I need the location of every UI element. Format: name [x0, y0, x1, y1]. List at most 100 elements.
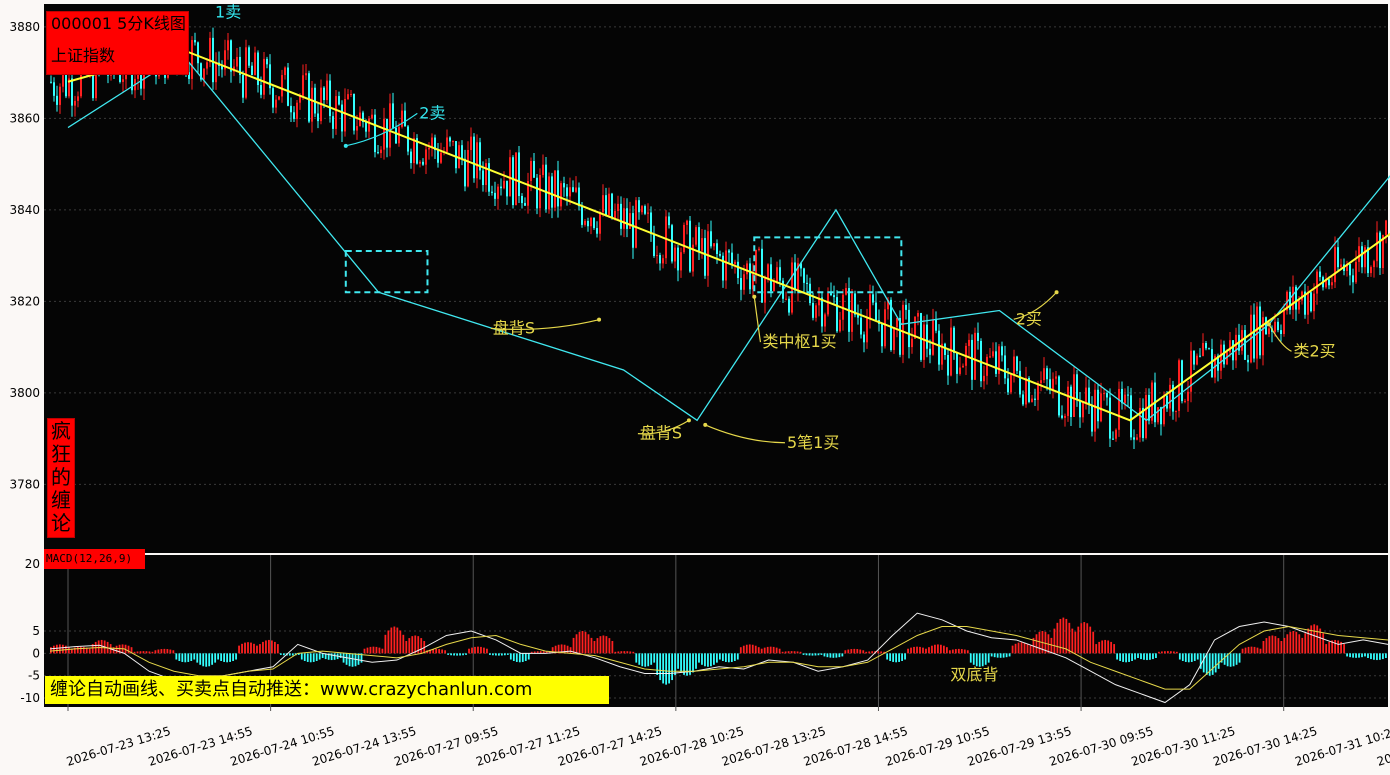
macd-histogram-bar: [1122, 653, 1124, 662]
macd-histogram-bar: [495, 653, 497, 656]
macd-histogram-bar: [506, 653, 509, 655]
candle-body: [869, 294, 871, 319]
macd-histogram-bar: [1364, 653, 1366, 657]
candle-body: [713, 243, 715, 247]
signal-pointer-head: [703, 422, 708, 427]
macd-histogram-bar: [608, 638, 611, 654]
macd-histogram-bar: [232, 653, 234, 661]
macd-histogram-bar: [701, 653, 703, 665]
candle-body: [836, 297, 838, 332]
candle-body: [419, 161, 421, 164]
candle-body: [230, 40, 232, 72]
macd-histogram-bar: [1068, 622, 1071, 654]
macd-histogram-bar: [1232, 653, 1235, 667]
candle-body: [440, 152, 442, 163]
candle-body: [725, 250, 727, 281]
candle-body: [1124, 394, 1126, 404]
macd-histogram-bar: [910, 647, 912, 654]
candle-body: [938, 330, 940, 365]
macd-histogram-bar: [799, 651, 802, 654]
macd-histogram-bar: [166, 649, 169, 654]
chart-title-index-name: 上证指数: [51, 46, 116, 65]
candle-body: [275, 99, 277, 108]
macd-histogram-bar: [330, 653, 333, 661]
macd-histogram-bar: [1149, 653, 1151, 660]
candle-body: [1298, 300, 1300, 310]
macd-histogram-bar: [241, 643, 243, 654]
candle-body: [524, 203, 526, 206]
candle-body: [1385, 220, 1387, 236]
macd-histogram-bar: [480, 646, 482, 654]
macd-histogram-bar: [790, 651, 793, 654]
candle-body: [500, 186, 502, 189]
macd-histogram-bar: [1187, 653, 1190, 663]
price-axis-tick-label: 3840: [9, 203, 40, 217]
macd-histogram-bar: [339, 653, 342, 658]
macd-histogram-bar: [1059, 618, 1062, 654]
macd-histogram-bar: [214, 653, 217, 663]
macd-histogram-bar: [1134, 653, 1136, 660]
candle-body: [1355, 261, 1357, 283]
chart-title-box: 000001 5分K线图 上证指数: [46, 11, 189, 75]
macd-histogram-bar: [659, 653, 662, 681]
candle-body: [1097, 389, 1099, 422]
candle-body: [959, 367, 961, 374]
macd-histogram-bar: [802, 653, 805, 655]
candle-body: [329, 80, 331, 117]
candle-body: [614, 211, 616, 219]
macd-histogram-bar: [1086, 623, 1089, 654]
macd-histogram-bar: [518, 653, 521, 663]
macd-histogram-bar: [52, 645, 55, 654]
candle-body: [53, 82, 55, 96]
candle-body: [605, 195, 607, 215]
candle-body: [326, 80, 328, 101]
macd-histogram-bar: [698, 653, 700, 663]
macd-histogram-bar: [721, 653, 724, 661]
macd-histogram-bar: [76, 646, 79, 654]
candle-body: [392, 103, 394, 128]
macd-histogram-bar: [265, 640, 267, 654]
candle-body: [1208, 348, 1210, 350]
macd-histogram-bar: [253, 643, 255, 654]
candle-body: [1268, 328, 1270, 335]
macd-histogram-bar: [650, 653, 653, 665]
candle-body: [608, 193, 610, 215]
candle-body: [1085, 387, 1087, 403]
macd-histogram-bar: [288, 653, 291, 656]
candle-body: [929, 348, 931, 355]
macd-histogram-bar: [1358, 653, 1360, 658]
candle-body: [863, 334, 865, 343]
candle-body: [344, 99, 346, 132]
macd-histogram-bar: [309, 653, 312, 663]
brand-logo-char: 狂: [51, 442, 71, 466]
candle-body: [566, 187, 568, 197]
macd-histogram-bar: [1193, 653, 1196, 661]
candle-body: [923, 324, 925, 360]
macd-histogram-bar: [1095, 644, 1098, 654]
macd-histogram-bar: [662, 653, 665, 684]
macd-histogram-bar: [578, 631, 581, 654]
signal-pointer-head: [1054, 290, 1059, 295]
candle-body: [845, 288, 847, 295]
candle-body: [542, 164, 544, 175]
candle-body: [1073, 374, 1075, 418]
macd-histogram-bar: [1205, 653, 1208, 675]
macd-histogram-bar: [303, 653, 306, 661]
candle-body: [1331, 282, 1333, 286]
candle-body: [470, 136, 472, 151]
macd-histogram-bar: [1310, 625, 1313, 654]
candle-body: [437, 150, 439, 163]
candle-body: [485, 163, 487, 186]
macd-histogram-bar: [742, 645, 745, 654]
macd-histogram-bar: [1322, 633, 1325, 654]
macd-axis-tick-label: -5: [28, 669, 40, 683]
macd-histogram-bar: [704, 653, 706, 667]
candle-body: [494, 192, 496, 199]
macd-histogram-bar: [710, 653, 712, 667]
macd-histogram-bar: [1379, 653, 1381, 660]
macd-histogram-bar: [1250, 646, 1253, 654]
macd-histogram-bar: [1304, 633, 1307, 654]
candle-body: [656, 255, 658, 257]
macd-histogram-bar: [572, 637, 575, 654]
candle-body: [716, 243, 718, 255]
